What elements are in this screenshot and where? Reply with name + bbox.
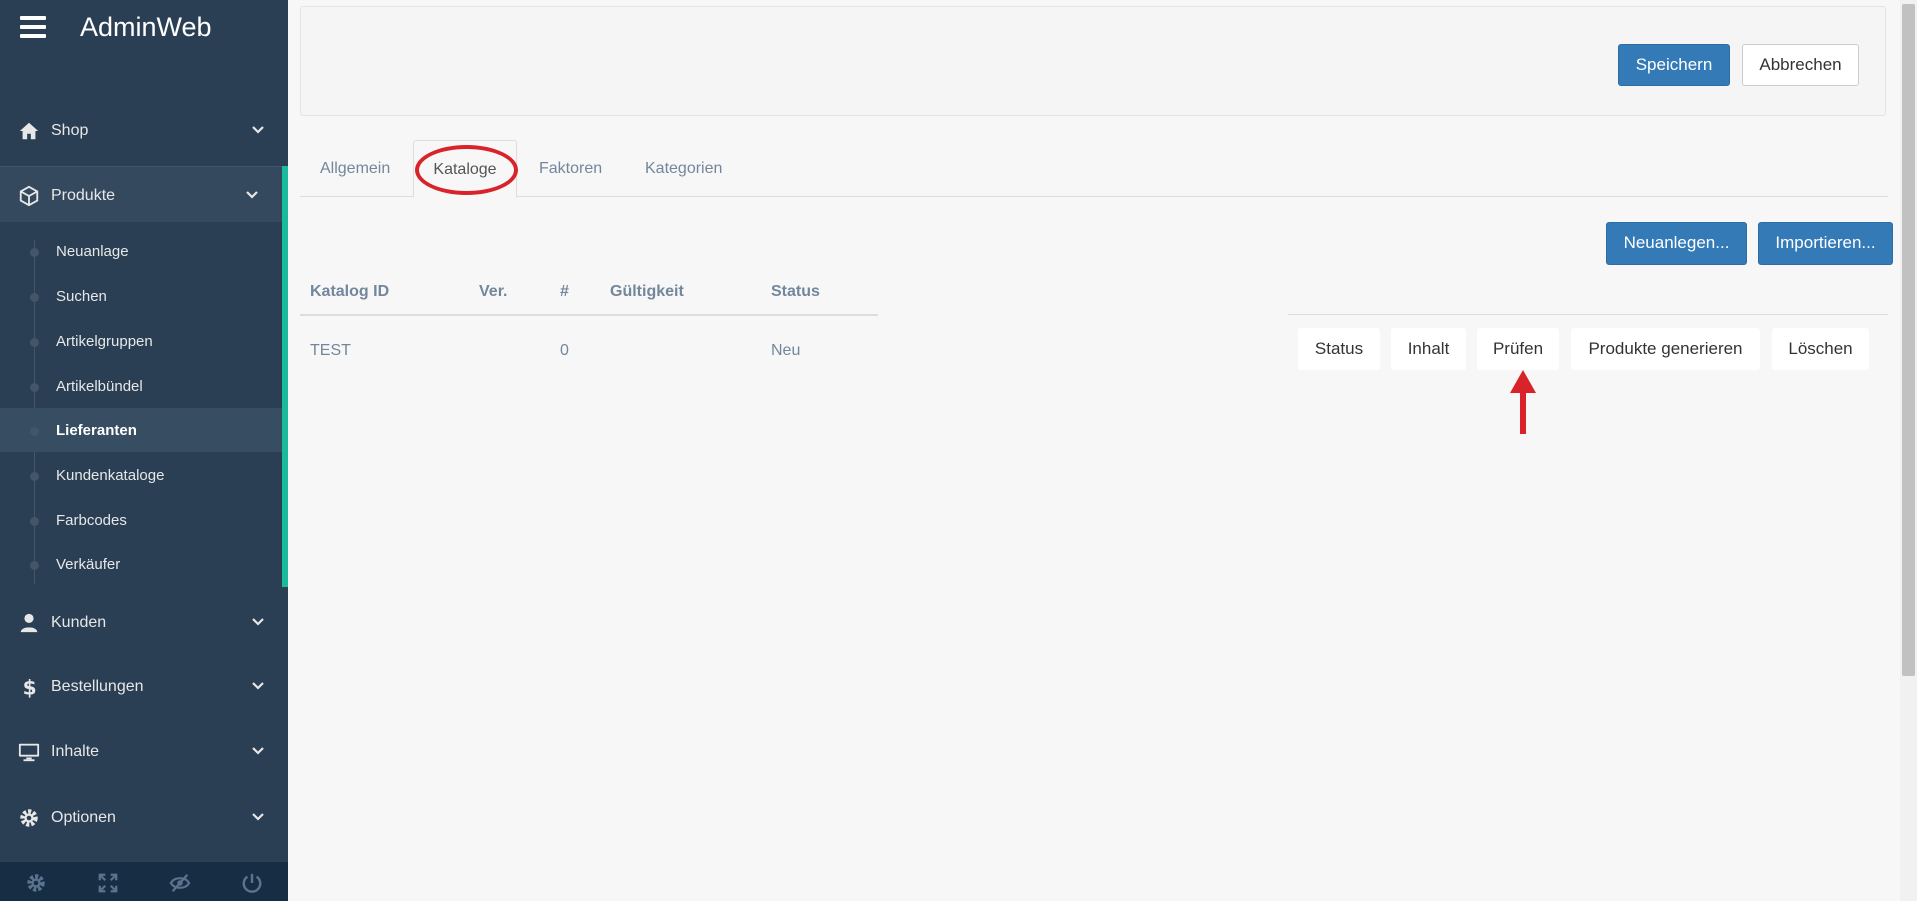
sidebar-item-artikelgruppen[interactable]: Artikelgruppen: [0, 319, 282, 363]
gear-icon: [20, 809, 38, 827]
bullet-icon: [30, 293, 39, 302]
menu-toggle-icon[interactable]: [20, 16, 46, 38]
table-row[interactable]: TEST 0 Neu: [300, 315, 878, 385]
monitor-icon: [18, 743, 40, 762]
nav-section-label: Optionen: [51, 809, 116, 826]
bullet-icon: [30, 472, 39, 481]
tab-kategorien[interactable]: Kategorien: [645, 140, 722, 197]
sidebar-item-suchen[interactable]: Suchen: [0, 274, 282, 318]
validity-cell: [600, 315, 761, 385]
svg-text:$: $: [23, 676, 37, 698]
chevron-down-icon: [252, 813, 264, 821]
column-header: Ver.: [469, 270, 550, 316]
import-button[interactable]: Importieren...: [1758, 222, 1893, 265]
catalog-table: Katalog ID Ver. # Gültigkeit Status TEST…: [300, 270, 878, 385]
sidebar-footer: [0, 862, 288, 901]
active-section-indicator: [282, 166, 288, 587]
nav-section-kunden[interactable]: Kunden: [0, 594, 288, 650]
eye-slash-icon[interactable]: [169, 872, 191, 894]
nav-section-shop[interactable]: Shop: [0, 102, 288, 158]
sidebar-item-label: Verkäufer: [56, 556, 121, 573]
nav-section-inhalte[interactable]: Inhalte: [0, 723, 288, 779]
nav-section-produkte[interactable]: Produkte: [0, 166, 288, 222]
bullet-icon: [30, 561, 39, 570]
fullscreen-icon[interactable]: [97, 872, 119, 894]
sidebar-item-label: Lieferanten: [56, 422, 137, 439]
check-button[interactable]: Prüfen: [1477, 328, 1559, 370]
chevron-down-icon: [252, 126, 264, 134]
version-cell: [469, 315, 550, 385]
content-button[interactable]: Inhalt: [1391, 328, 1466, 370]
sidebar-item-lieferanten[interactable]: Lieferanten: [0, 408, 282, 452]
nav-section-label: Bestellungen: [51, 678, 144, 695]
nav-section-label: Kunden: [51, 614, 107, 631]
new-catalog-button[interactable]: Neuanlegen...: [1606, 222, 1747, 265]
catalog-id-cell: TEST: [310, 341, 351, 359]
sidebar: AdminWeb Shop Produkte Neuanlage Suchen …: [0, 0, 288, 901]
nav-section-bestellungen[interactable]: $ Bestellungen: [0, 658, 288, 714]
chevron-down-icon: [252, 618, 264, 626]
sidebar-item-label: Kundenkataloge: [56, 467, 165, 484]
tab-kataloge[interactable]: Kataloge: [413, 140, 517, 198]
delete-button[interactable]: Löschen: [1772, 328, 1869, 370]
brand-header: AdminWeb: [0, 0, 288, 60]
annotation-arrow-icon: [1510, 370, 1536, 434]
divider: [1288, 314, 1888, 315]
settings-icon[interactable]: [25, 872, 47, 894]
nav-section-optionen[interactable]: Optionen: [0, 789, 288, 845]
bullet-icon: [30, 383, 39, 392]
power-icon[interactable]: [241, 872, 263, 894]
column-header: #: [550, 270, 600, 316]
scrollbar-thumb[interactable]: [1902, 4, 1915, 676]
nav-section-label: Produkte: [51, 187, 116, 204]
column-header: Katalog ID: [300, 270, 469, 316]
save-button[interactable]: Speichern: [1618, 44, 1730, 86]
bullet-icon: [30, 338, 39, 347]
status-cell: Neu: [771, 341, 801, 359]
app-title: AdminWeb: [80, 12, 212, 42]
tab-faktoren[interactable]: Faktoren: [539, 140, 602, 197]
user-icon: [20, 613, 38, 633]
sidebar-item-label: Suchen: [56, 288, 107, 305]
sidebar-item-label: Farbcodes: [56, 512, 127, 529]
sidebar-item-verkaeufer[interactable]: Verkäufer: [0, 542, 282, 586]
bullet-icon: [30, 517, 39, 526]
status-button[interactable]: Status: [1298, 328, 1380, 370]
tab-allgemein[interactable]: Allgemein: [320, 140, 390, 197]
bullet-icon: [30, 248, 39, 257]
form-header-panel: Speichern Abbrechen: [300, 6, 1886, 116]
column-header: Gültigkeit: [600, 270, 761, 316]
scrollbar[interactable]: [1900, 0, 1917, 901]
chevron-down-icon: [246, 191, 258, 199]
count-cell: 0: [560, 341, 569, 359]
sidebar-item-label: Artikelbündel: [56, 378, 143, 395]
chevron-down-icon: [252, 682, 264, 690]
cancel-button[interactable]: Abbrechen: [1742, 44, 1859, 86]
home-icon: [19, 122, 39, 140]
table-header-row: Katalog ID Ver. # Gültigkeit Status: [300, 270, 878, 316]
nav-section-label: Shop: [51, 122, 89, 139]
sidebar-item-kundenkataloge[interactable]: Kundenkataloge: [0, 453, 282, 497]
cube-icon: [19, 185, 39, 207]
nav-section-label: Inhalte: [51, 743, 100, 760]
generate-products-button[interactable]: Produkte generieren: [1571, 328, 1760, 370]
sidebar-item-label: Neuanlage: [56, 243, 129, 260]
bullet-icon: [30, 427, 39, 436]
column-header: Status: [761, 270, 878, 316]
chevron-down-icon: [252, 747, 264, 755]
sidebar-item-artikelbuendel[interactable]: Artikelbündel: [0, 364, 282, 408]
tab-bar: Allgemein Kataloge Faktoren Kategorien: [300, 140, 1888, 198]
sidebar-item-label: Artikelgruppen: [56, 333, 153, 350]
sidebar-item-farbcodes[interactable]: Farbcodes: [0, 498, 282, 542]
sidebar-item-neuanlage[interactable]: Neuanlage: [0, 229, 282, 273]
dollar-icon: $: [23, 676, 37, 698]
